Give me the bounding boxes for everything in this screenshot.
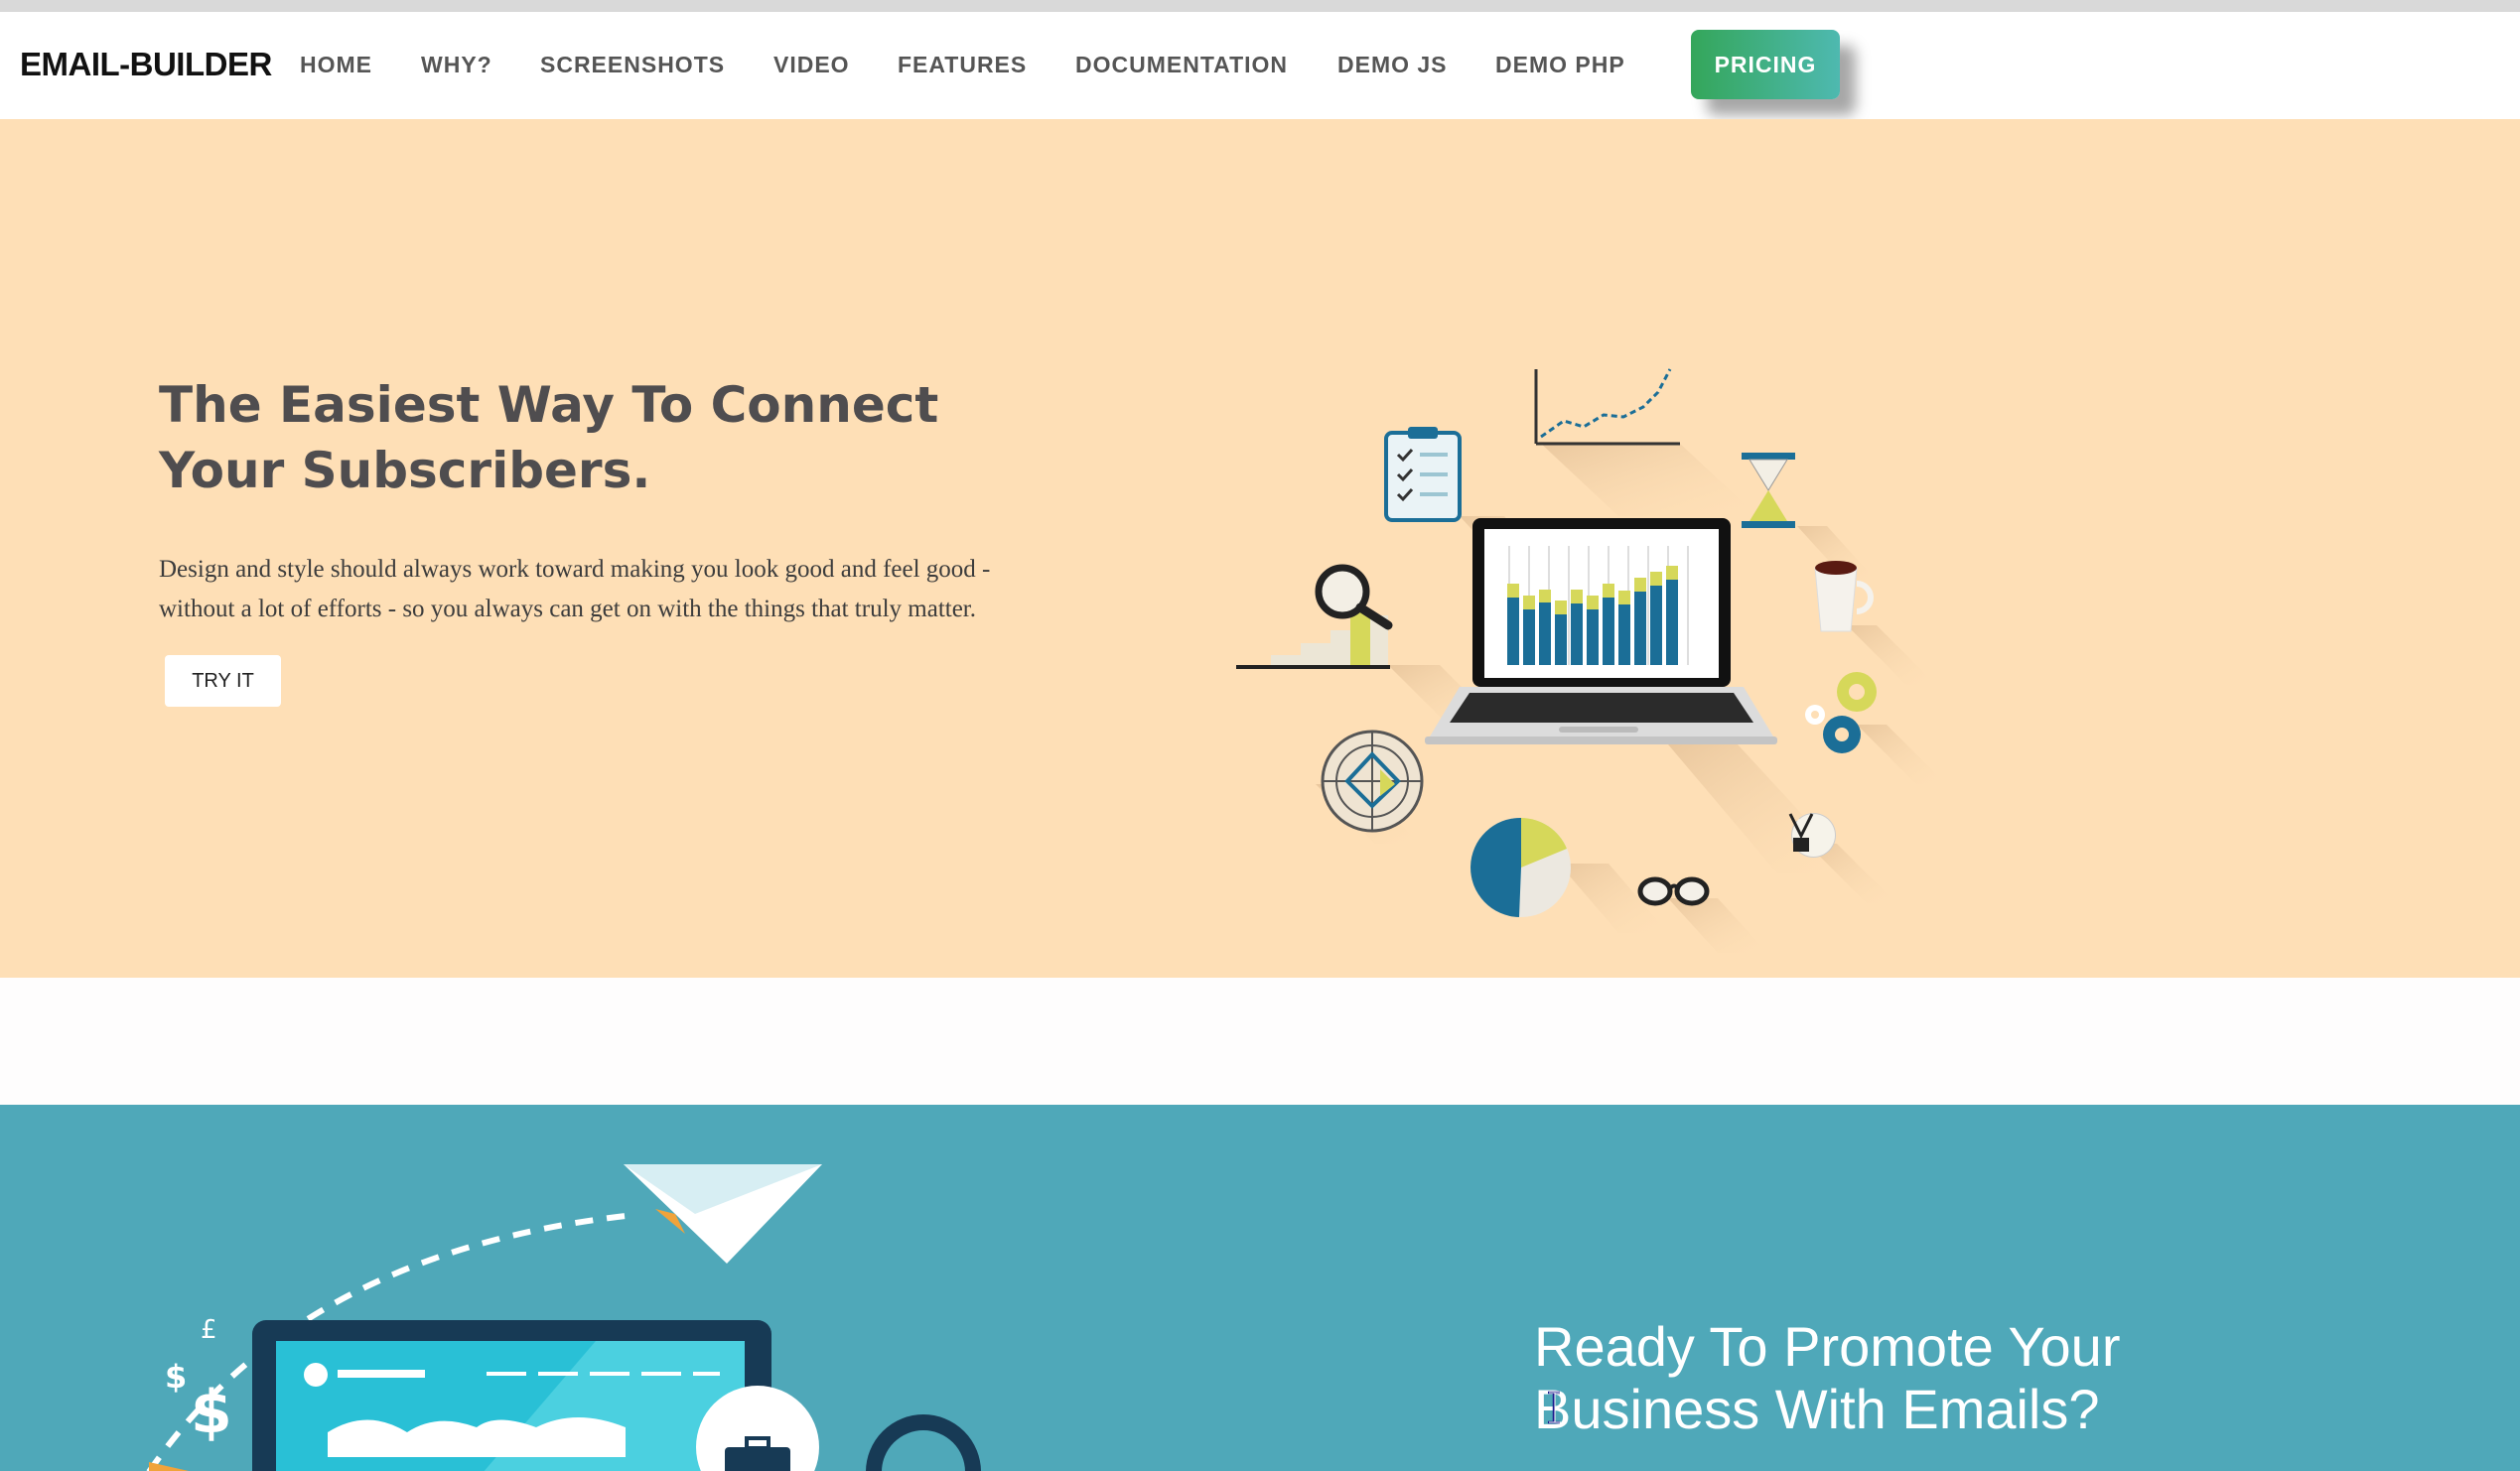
laptop-world-map-icon: [252, 1320, 771, 1471]
paper-plane-icon: [624, 1164, 822, 1264]
coffee-cup-icon: [1814, 561, 1936, 685]
nav-video[interactable]: VIDEO: [773, 52, 850, 78]
try-it-button[interactable]: TRY IT: [165, 655, 281, 707]
dollar-symbol-large: $: [191, 1378, 232, 1447]
analytics-illustration: [1236, 368, 1946, 953]
currency-symbols: £ $ $: [165, 1315, 232, 1447]
nav-why[interactable]: WHY?: [421, 52, 492, 78]
pricing-button[interactable]: PRICING: [1691, 30, 1840, 99]
hero-description: Design and style should always work towa…: [159, 556, 991, 622]
section-spacer: [0, 978, 2520, 1105]
nav-screenshots[interactable]: SCREENSHOTS: [540, 52, 725, 78]
nav-documentation[interactable]: DOCUMENTATION: [1075, 52, 1288, 78]
world-map-laptop-illustration: £ $ $: [146, 1164, 981, 1471]
hero-section: The Easiest Way To Connect Your Subscrib…: [0, 119, 2520, 978]
browser-top-strip: [0, 0, 2520, 12]
nav-features[interactable]: FEATURES: [898, 52, 1027, 78]
ring-chart-icon: [866, 1414, 981, 1471]
line-chart-icon: [1534, 368, 1757, 516]
pound-symbol: £: [201, 1315, 217, 1345]
top-navbar: EMAIL-BUILDER HOME WHY? SCREENSHOTS VIDE…: [0, 0, 2520, 119]
gears-icon: [1805, 672, 1946, 784]
site-logo[interactable]: EMAIL-BUILDER: [20, 46, 272, 83]
promo-title: Ready To Promote Your Business With Emai…: [1534, 1315, 2121, 1440]
radar-target-icon: [1316, 730, 1424, 844]
nav-home[interactable]: HOME: [300, 52, 372, 78]
nav-demo-js[interactable]: DEMO JS: [1337, 52, 1448, 78]
pie-chart-icon: [1470, 817, 1668, 933]
hourglass-icon: [1742, 453, 1877, 581]
promo-section: £ $ $ Ready To Promote Your Business Wit…: [0, 1105, 2520, 1471]
text-cursor-icon: [1548, 1391, 1561, 1424]
glasses-icon: [1637, 876, 1767, 953]
hero-title: The Easiest Way To Connect Your Subscrib…: [159, 376, 939, 499]
nav-demo-php[interactable]: DEMO PHP: [1495, 52, 1625, 78]
dollar-symbol-small: $: [165, 1358, 187, 1396]
